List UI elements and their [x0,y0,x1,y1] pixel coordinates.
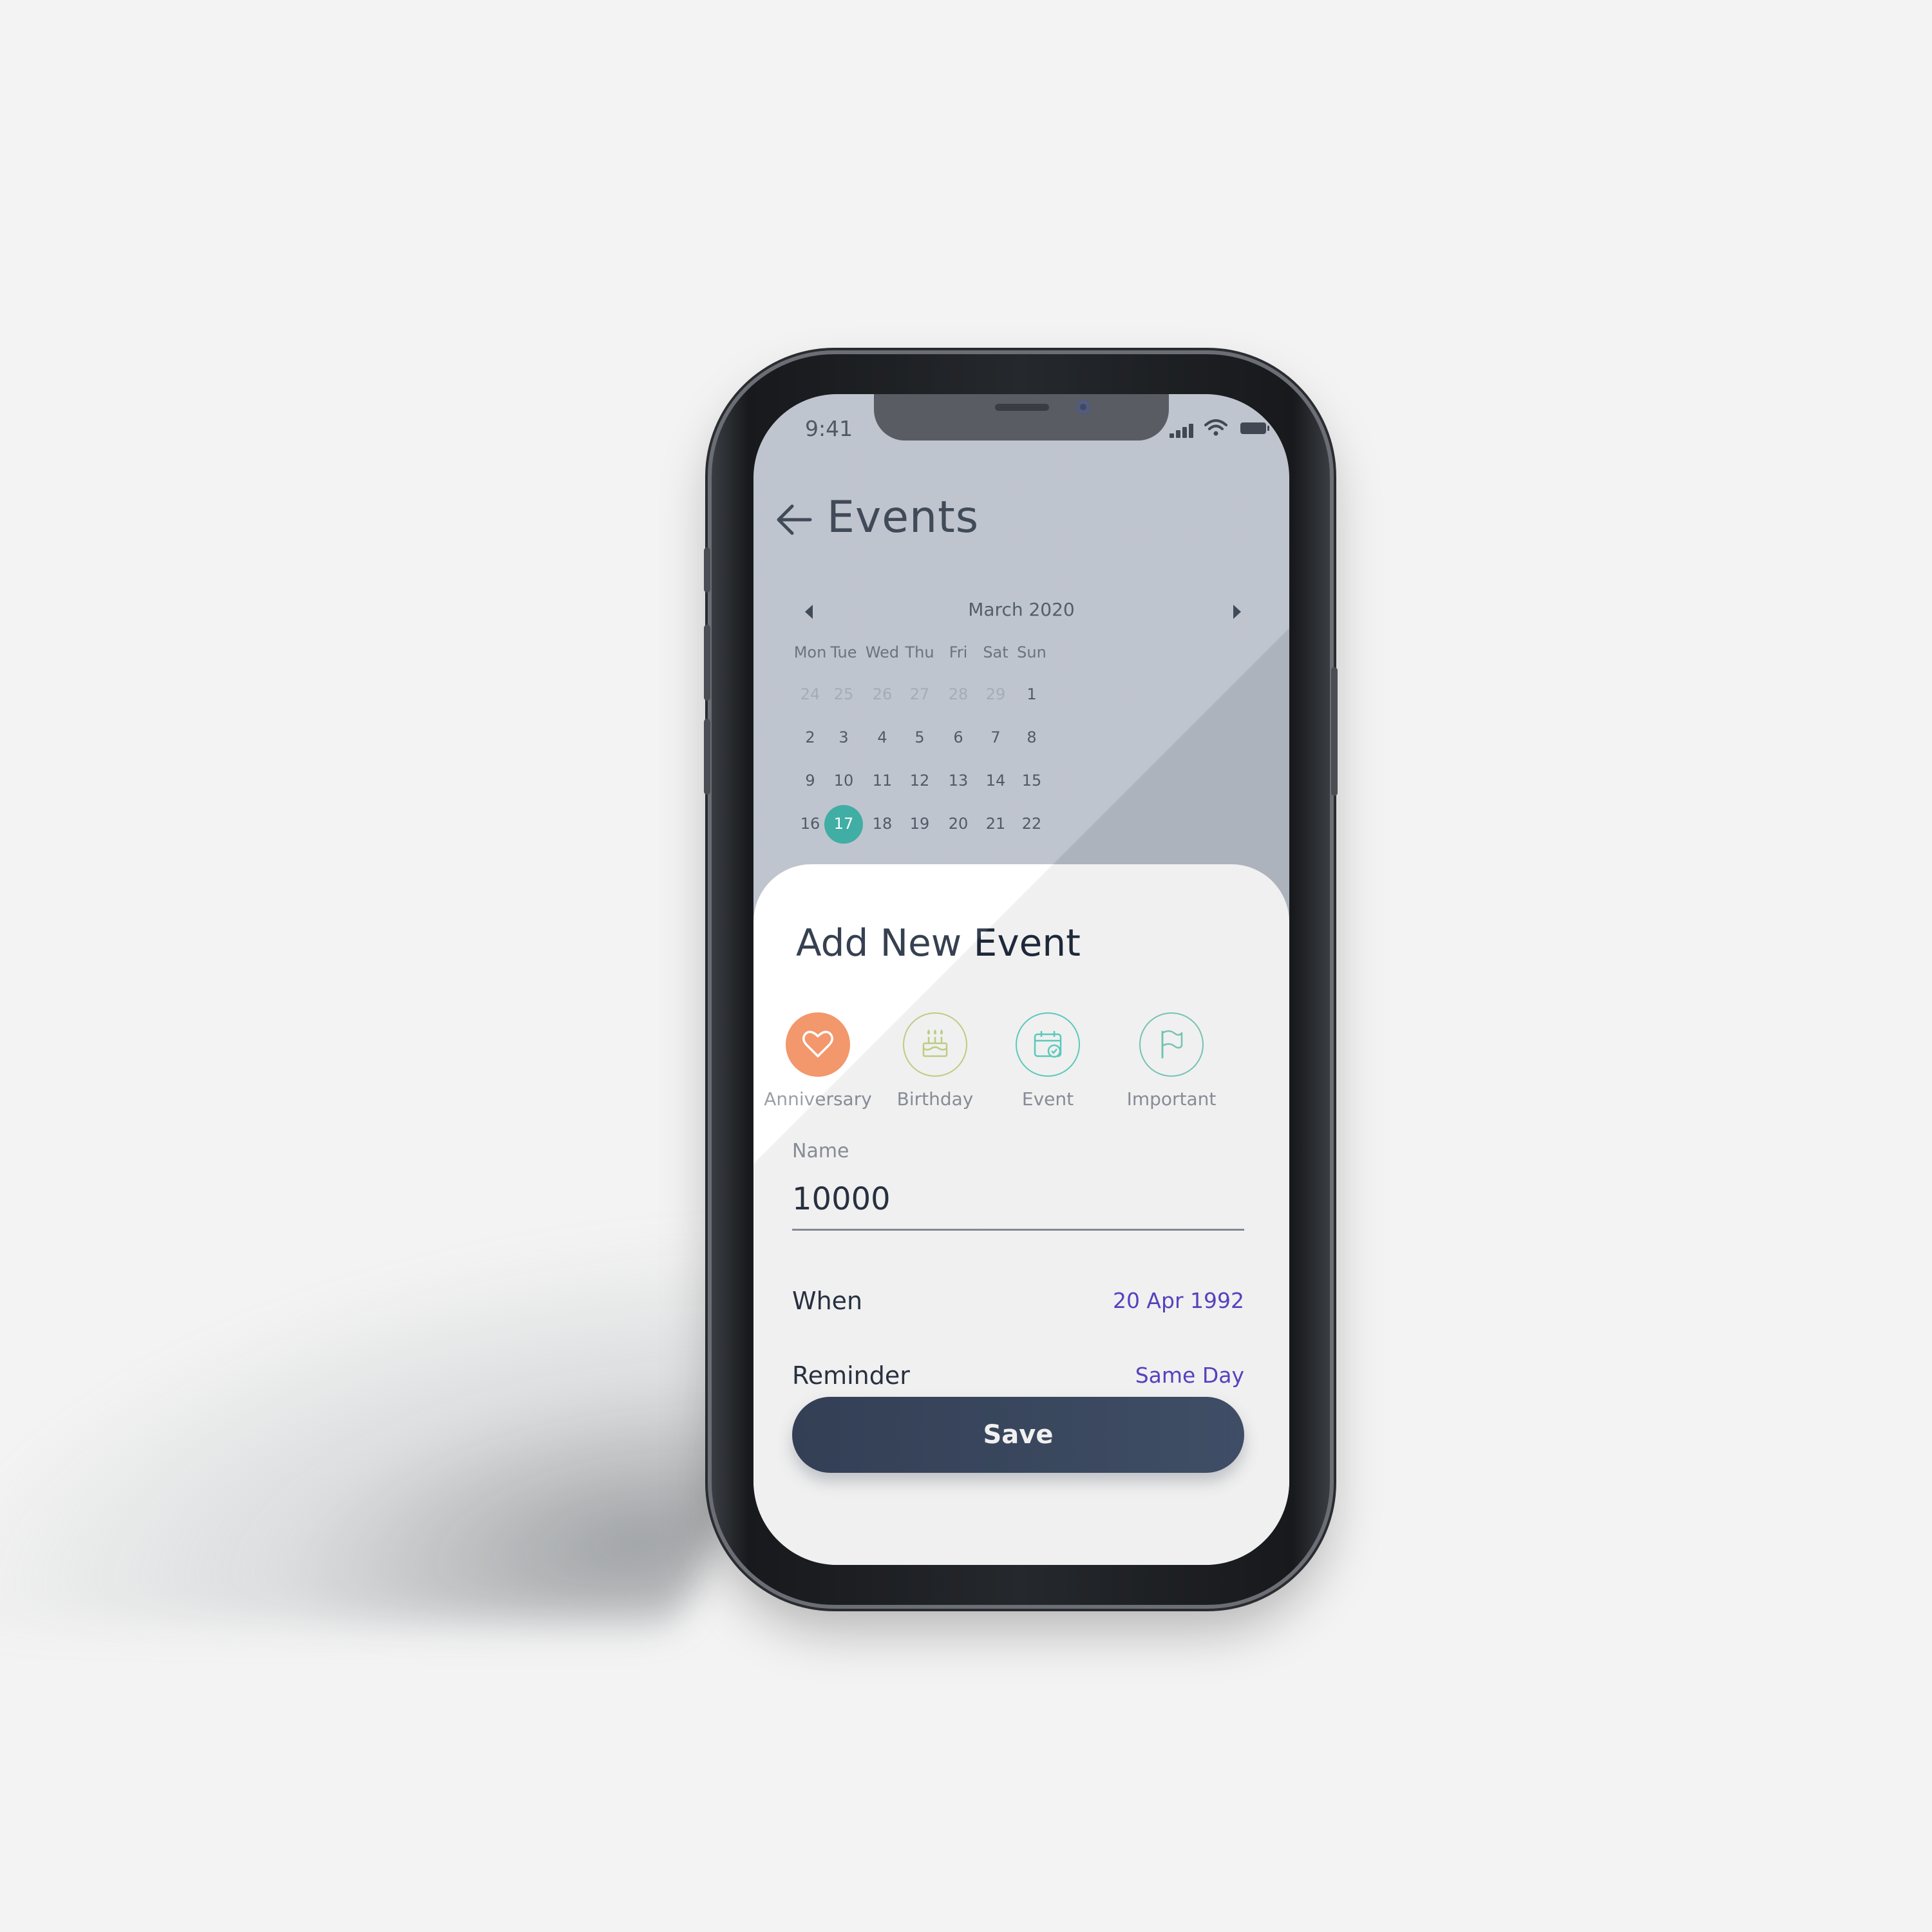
back-arrow-icon[interactable] [773,498,815,541]
volume-up-button [704,625,710,701]
heart-icon [786,1012,850,1077]
calendar-day[interactable]: 1 [1006,685,1057,703]
name-label: Name [792,1140,849,1162]
sheet-title: Add New Event [796,921,1081,965]
reminder-label: Reminder [792,1361,910,1390]
notch [874,394,1169,440]
signal-icon [1170,419,1198,438]
speaker [995,404,1049,411]
silent-switch [704,547,710,592]
calendar-day[interactable]: 15 [1006,772,1057,790]
calendar-day[interactable]: 22 [1006,815,1057,833]
calendar-day[interactable]: 8 [1006,728,1057,746]
status-icons [1170,419,1269,438]
volume-down-button [704,719,710,795]
power-button [1331,667,1338,796]
category-label: Important [1126,1088,1217,1110]
page-title: Events [827,492,980,543]
calendar-month: March 2020 [968,599,1075,620]
category-birthday[interactable]: Birthday [880,1012,990,1122]
caret-right-icon[interactable] [1226,601,1247,623]
name-input[interactable]: 10000 [792,1181,891,1217]
category-event[interactable]: Event [993,1012,1103,1122]
add-event-sheet: Add New Event Anniversary Birthday Event… [753,864,1289,1565]
category-important[interactable]: Important [1117,1012,1226,1122]
when-label: When [792,1287,863,1315]
battery-icon [1240,422,1269,434]
name-input-underline [792,1229,1244,1231]
save-button[interactable]: Save [792,1397,1244,1473]
category-label: Event [1021,1088,1074,1110]
category-label: Anniversary [764,1088,872,1110]
category-anniversary[interactable]: Anniversary [763,1012,873,1122]
flag-icon [1139,1012,1204,1077]
when-value[interactable]: 20 Apr 1992 [1113,1288,1244,1313]
phone-screen: 9:41 Events March 2020 MonTueWedThuF [753,394,1289,1565]
cake-icon [903,1012,967,1077]
caret-left-icon[interactable] [799,601,820,623]
front-camera [1076,400,1090,414]
calendar-check-icon [1016,1012,1080,1077]
wifi-icon [1204,419,1227,436]
weekday-label: Sun [1017,643,1046,661]
reminder-value[interactable]: Same Day [1135,1363,1244,1388]
status-time: 9:41 [805,416,853,441]
